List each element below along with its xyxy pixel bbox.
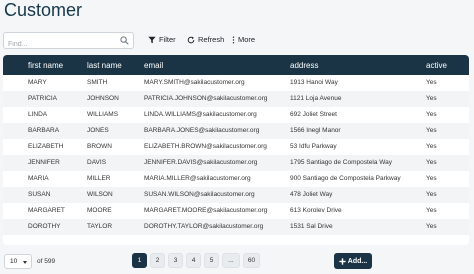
page-button-4[interactable]: 4 xyxy=(186,253,201,268)
cell-address: 1531 Sal Drive xyxy=(290,223,333,230)
search-box[interactable] xyxy=(3,32,134,52)
cell-address: 1121 Loja Avenue xyxy=(290,95,342,102)
cell-active: Yes xyxy=(426,79,437,86)
cell-email: PATRICIA.JOHNSON@sakilacustomer.org xyxy=(144,95,268,102)
cell-first-name: DOROTHY xyxy=(28,223,61,230)
cell-first-name: MARIA xyxy=(28,175,49,182)
cell-email: MARIA.MILLER@sakilacustomer.org xyxy=(144,175,251,182)
page-title: Customer xyxy=(4,0,83,20)
cell-email: LINDA.WILLIAMS@sakilacustomer.org xyxy=(144,111,257,118)
cell-last-name: WILSON xyxy=(87,191,113,198)
refresh-label: Refresh xyxy=(198,35,225,44)
cell-first-name: SUSAN xyxy=(28,191,51,198)
customer-table: first name last name email address activ… xyxy=(3,55,469,245)
table-row[interactable]: JENNIFER DAVIS JENNIFER.DAVIS@sakilacust… xyxy=(3,155,469,171)
cell-email: JENNIFER.DAVIS@sakilacustomer.org xyxy=(144,159,258,166)
cell-first-name: ELIZABETH xyxy=(28,143,64,150)
page-button-5[interactable]: 5 xyxy=(204,253,219,268)
cell-last-name: DAVIS xyxy=(87,159,107,166)
filter-button[interactable]: Filter xyxy=(148,35,176,44)
filter-label: Filter xyxy=(159,35,176,44)
cell-address: 692 Joliet Street xyxy=(290,111,337,118)
table-row[interactable]: SUSAN WILSON SUSAN.WILSON@sakilacustomer… xyxy=(3,187,469,203)
table-row[interactable]: BARBARA JONES BARBARA.JONES@sakilacustom… xyxy=(3,123,469,139)
cell-email: BARBARA.JONES@sakilacustomer.org xyxy=(144,127,260,134)
cell-active: Yes xyxy=(426,111,437,118)
filter-icon xyxy=(148,36,156,43)
column-header-active[interactable]: active xyxy=(426,61,447,70)
add-button[interactable]: Add... xyxy=(334,253,372,269)
table-row[interactable]: ELIZABETH BROWN ELIZABETH.BROWN@sakilacu… xyxy=(3,139,469,155)
cell-address: 478 Joliet Way xyxy=(290,191,333,198)
search-input[interactable] xyxy=(4,37,114,52)
page-size-value: 10 xyxy=(10,258,18,265)
cell-first-name: JENNIFER xyxy=(28,159,60,166)
cell-last-name: BROWN xyxy=(87,143,112,150)
cell-active: Yes xyxy=(426,207,437,214)
cell-address: 1913 Hanoi Way xyxy=(290,79,338,86)
chevron-down-icon xyxy=(23,261,27,264)
column-header-first-name[interactable]: first name xyxy=(28,61,63,70)
page-ellipsis[interactable]: ... xyxy=(222,253,240,268)
page-size-select[interactable]: 10 xyxy=(4,254,32,269)
more-vertical-icon xyxy=(232,35,235,44)
page-button-60[interactable]: 60 xyxy=(243,253,260,268)
table-header: first name last name email address activ… xyxy=(3,55,469,75)
column-header-email[interactable]: email xyxy=(144,61,163,70)
cell-first-name: MARY xyxy=(28,79,47,86)
page-button-1[interactable]: 1 xyxy=(132,253,147,268)
cell-active: Yes xyxy=(426,159,437,166)
table-row[interactable]: MARGARET MOORE MARGARET.MOORE@sakilacust… xyxy=(3,203,469,219)
cell-last-name: MOORE xyxy=(87,207,112,214)
cell-active: Yes xyxy=(426,95,437,102)
cell-first-name: LINDA xyxy=(28,111,48,118)
cell-email: DOROTHY.TAYLOR@sakilacustomer.org xyxy=(144,223,264,230)
cell-email: SUSAN.WILSON@sakilacustomer.org xyxy=(144,191,255,198)
plus-icon xyxy=(339,257,346,265)
cell-address: 53 Idfu Parkway xyxy=(290,143,337,150)
cell-active: Yes xyxy=(426,175,437,182)
add-label: Add... xyxy=(347,257,368,265)
toolbar: Filter Refresh More xyxy=(3,32,469,52)
cell-active: Yes xyxy=(426,143,437,150)
cell-address: 1795 Santiago de Compostela Way xyxy=(290,159,393,166)
table-row[interactable]: PATRICIA JOHNSON PATRICIA.JOHNSON@sakila… xyxy=(3,91,469,107)
cell-address: 1566 Inegl Manor xyxy=(290,127,341,134)
more-button[interactable]: More xyxy=(232,35,255,44)
cell-email: MARGARET.MOORE@sakilacustomer.org xyxy=(144,207,268,214)
table-footer: 10 of 599 1 2 3 4 5 ... 60 Add... xyxy=(0,253,474,270)
table-row[interactable]: MARIA MILLER MARIA.MILLER@sakilacustomer… xyxy=(3,171,469,187)
cell-active: Yes xyxy=(426,191,437,198)
cell-first-name: PATRICIA xyxy=(28,95,58,102)
cell-address: 613 Korolev Drive xyxy=(290,207,342,214)
cell-email: ELIZABETH.BROWN@sakilacustomer.org xyxy=(144,143,267,150)
cell-active: Yes xyxy=(426,127,437,134)
cell-first-name: BARBARA xyxy=(28,127,60,134)
refresh-button[interactable]: Refresh xyxy=(187,35,224,44)
page-button-3[interactable]: 3 xyxy=(168,253,183,268)
table-row[interactable]: DOROTHY TAYLOR DOROTHY.TAYLOR@sakilacust… xyxy=(3,219,469,235)
cell-last-name: JOHNSON xyxy=(87,95,119,102)
table-row[interactable]: MARY SMITH MARY.SMITH@sakilacustomer.org… xyxy=(3,75,469,91)
cell-active: Yes xyxy=(426,223,437,230)
column-header-address[interactable]: address xyxy=(290,61,318,70)
cell-first-name: MARGARET xyxy=(28,207,65,214)
record-count: of 599 xyxy=(37,258,56,265)
cell-last-name: WILLIAMS xyxy=(87,111,119,118)
column-header-last-name[interactable]: last name xyxy=(87,61,122,70)
pagination: 1 2 3 4 5 ... 60 xyxy=(132,253,260,268)
cell-address: 900 Santiago de Compostela Parkway xyxy=(290,175,401,182)
cell-email: MARY.SMITH@sakilacustomer.org xyxy=(144,79,245,86)
page-button-2[interactable]: 2 xyxy=(150,253,165,268)
cell-last-name: MILLER xyxy=(87,175,111,182)
refresh-icon xyxy=(187,36,195,43)
table-row[interactable]: LINDA WILLIAMS LINDA.WILLIAMS@sakilacust… xyxy=(3,107,469,123)
search-icon[interactable] xyxy=(120,36,129,45)
more-label: More xyxy=(238,35,256,44)
cell-last-name: JONES xyxy=(87,127,109,134)
cell-last-name: TAYLOR xyxy=(87,223,113,230)
cell-last-name: SMITH xyxy=(87,79,108,86)
